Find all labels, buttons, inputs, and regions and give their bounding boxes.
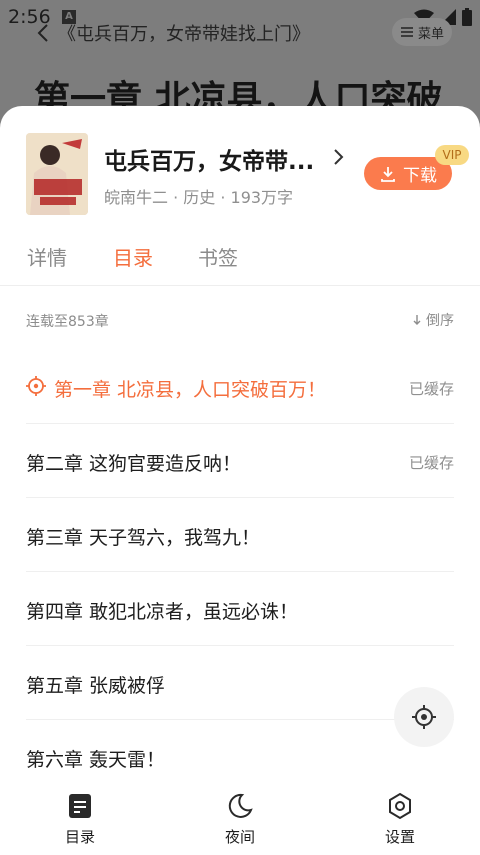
- sort-button[interactable]: 倒序: [412, 310, 454, 330]
- tab-details[interactable]: 详情: [27, 242, 67, 271]
- tab-bar: 详情 目录 书签: [0, 236, 480, 284]
- back-icon[interactable]: [32, 20, 54, 46]
- chapter-title: 第三章 天子驾六，我驾九！: [26, 527, 261, 549]
- download-icon: [381, 166, 395, 182]
- cover-art-icon: [26, 133, 88, 215]
- chapter-row[interactable]: 第一章 北凉县，人口突破百万！ 已缓存: [26, 350, 454, 424]
- settings-icon: [389, 792, 411, 820]
- serial-info: 连载至853章: [26, 314, 109, 330]
- chapter-list: 第一章 北凉县，人口突破百万！ 已缓存 第二章 这狗官要造反呐！ 已缓存 第三章…: [26, 350, 454, 793]
- menu-label: 菜单: [417, 26, 444, 42]
- sort-label: 倒序: [426, 313, 454, 329]
- chapter-title: 第二章 这狗官要造反呐！: [26, 453, 242, 475]
- download-label: 下载: [403, 166, 437, 186]
- nav-settings-label: 设置: [384, 828, 415, 846]
- chapter-row[interactable]: 第五章 张威被俘: [26, 646, 454, 720]
- chapter-cache-status: 已缓存: [408, 380, 454, 398]
- book-meta: 皖南牛二 · 历史 · 193万字: [104, 188, 294, 207]
- chapter-title: 第四章 敢犯北凉者，虽远必诛！: [26, 601, 299, 623]
- chapter-cache-status: 已缓存: [408, 454, 454, 472]
- chapter-title: 第一章 北凉县，人口突破百万！: [54, 379, 327, 401]
- locate-current-button[interactable]: [394, 687, 454, 747]
- current-position-icon: [26, 376, 46, 396]
- chapter-row[interactable]: 第三章 天子驾六，我驾九！: [26, 498, 454, 572]
- tabs-divider: [0, 285, 480, 286]
- book-header[interactable]: 屯兵百万，女帝带... 皖南牛二 · 历史 · 193万字 下载 VIP: [0, 106, 480, 226]
- nav-night-mode[interactable]: 夜间: [195, 792, 285, 847]
- book-cover[interactable]: [26, 133, 88, 215]
- nav-catalog[interactable]: 目录: [35, 792, 125, 847]
- reader-book-title: 《屯兵百万，女帝带娃找上门》: [58, 24, 310, 45]
- chapter-title: 第五章 张威被俘: [26, 675, 166, 697]
- menu-button[interactable]: 菜单: [391, 18, 452, 46]
- crosshair-icon: [412, 705, 436, 729]
- nav-catalog-label: 目录: [64, 828, 95, 846]
- book-title[interactable]: 屯兵百万，女帝带...: [104, 142, 314, 176]
- catalog-icon: [69, 794, 91, 818]
- tab-bookmarks[interactable]: 书签: [198, 242, 238, 271]
- chapter-title: 第六章 轰天雷！: [26, 749, 166, 771]
- sort-down-icon: [413, 315, 421, 325]
- moon-icon: [228, 793, 253, 818]
- bottom-nav: 目录 夜间 设置: [0, 780, 480, 855]
- chevron-right-icon[interactable]: [331, 146, 347, 168]
- chapter-row[interactable]: 第四章 敢犯北凉者，虽远必诛！: [26, 572, 454, 646]
- chapter-row[interactable]: 第二章 这狗官要造反呐！ 已缓存: [26, 424, 454, 498]
- vip-badge: VIP: [435, 145, 469, 165]
- reader-top-bar: 《屯兵百万，女帝带娃找上门》 菜单: [0, 18, 480, 48]
- catalog-sheet: 屯兵百万，女帝带... 皖南牛二 · 历史 · 193万字 下载 VIP 详情 …: [0, 106, 480, 855]
- tab-catalog[interactable]: 目录: [113, 242, 153, 271]
- menu-icon: [400, 27, 413, 37]
- nav-settings[interactable]: 设置: [355, 792, 445, 847]
- nav-night-label: 夜间: [224, 828, 255, 846]
